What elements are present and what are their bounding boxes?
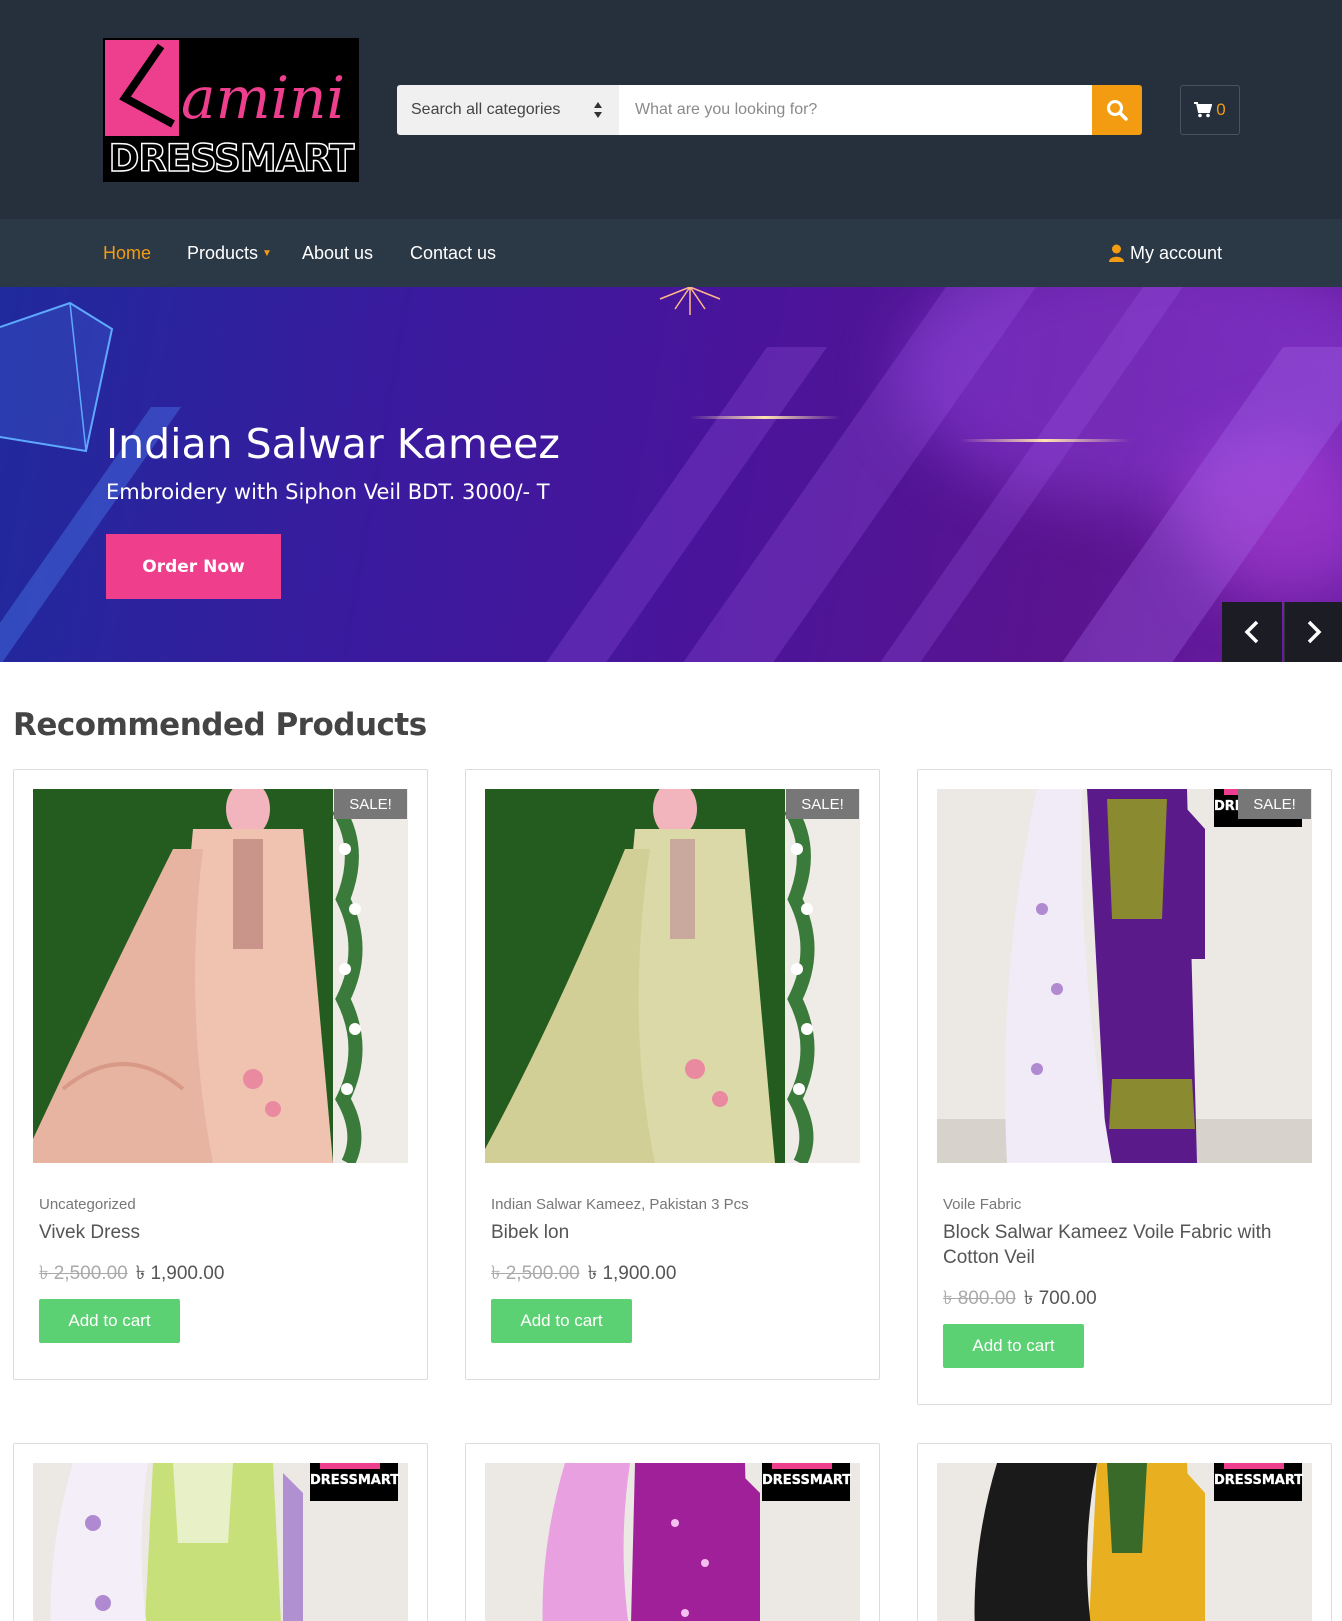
product-price: ৳ 800.00 ৳ 700.00 [943,1284,1097,1316]
svg-text:amini: amini [181,64,345,132]
product-sale-price: ৳ 700.00 [1023,1288,1097,1309]
site-header: amini DRESSMART Search all categories 0 [0,0,1342,219]
my-account-label: My account [1130,242,1223,263]
main-nav: Home Products ▼ About us Contact us My ac… [0,219,1342,287]
product-category[interactable]: Uncategorized [39,1196,136,1213]
product-title[interactable]: Bibek lon [491,1220,851,1245]
product-category[interactable]: Indian Salwar Kameez, Pakistan 3 Pcs [491,1196,749,1213]
hero-slider: Indian Salwar Kameez Embroidery with Sip… [0,287,1342,662]
product-image[interactable] [33,789,408,1163]
cart-icon [1194,102,1213,118]
product-title[interactable]: Block Salwar Kameez Voile Fabric with Co… [943,1220,1303,1270]
add-to-cart-button[interactable]: Add to cart [943,1324,1084,1368]
nav-item-about[interactable]: About us [302,219,373,287]
dressmart-watermark: DRESSMART [1214,1463,1303,1501]
my-account-link[interactable]: My account [1109,219,1222,287]
product-card: SALE! Indian Salwar Kameez, Pakistan 3 P… [465,769,880,1380]
product-card: DRESSMART SALE! Voile Fabric Block Salwa… [917,769,1332,1405]
product-image[interactable]: DRESSMART [937,1463,1312,1621]
chevron-left-icon [1244,620,1259,644]
search-bar: Search all categories [397,85,1142,135]
add-to-cart-button[interactable]: Add to cart [39,1299,180,1343]
product-sale-price: ৳ 1,900.00 [135,1263,225,1284]
hero-firework-graphic [659,287,721,315]
product-card: DRESSMART [917,1443,1332,1621]
dressmart-watermark: DRESSMART [310,1463,399,1501]
site-logo[interactable]: amini DRESSMART [103,38,359,182]
hero-light-flare [960,439,1130,442]
sale-badge: SALE! [786,789,859,819]
cart-button[interactable]: 0 [1180,85,1240,135]
nav-item-label: Home [103,243,152,263]
search-input[interactable] [619,85,1092,135]
product-image[interactable]: DRESSMART [33,1463,408,1621]
product-image[interactable]: DRESSMART [485,1463,860,1621]
sale-badge: SALE! [1238,789,1311,819]
product-image[interactable] [485,789,860,1163]
user-icon [1109,244,1124,262]
product-old-price: ৳ 2,500.00 [39,1263,128,1284]
slider-prev-button[interactable] [1222,602,1282,662]
nav-item-label: About us [302,243,374,263]
search-icon [1107,100,1128,121]
nav-item-label: Contact us [410,243,497,263]
search-category-select[interactable]: Search all categories [397,85,619,135]
sort-icon [594,102,602,118]
product-price: ৳ 2,500.00 ৳ 1,900.00 [39,1259,224,1291]
product-sale-price: ৳ 1,900.00 [587,1263,677,1284]
add-to-cart-button[interactable]: Add to cart [491,1299,632,1343]
section-title: Recommended Products [13,707,427,743]
product-price: ৳ 2,500.00 ৳ 1,900.00 [491,1259,676,1291]
sale-badge: SALE! [334,789,407,819]
product-card: DRESSMART [13,1443,428,1621]
cart-count: 0 [1216,100,1226,119]
product-old-price: ৳ 2,500.00 [491,1263,580,1284]
nav-item-label: Products [187,243,259,263]
product-image[interactable]: DRESSMART [937,789,1312,1163]
slider-next-button[interactable] [1284,602,1342,662]
hero-title: Indian Salwar Kameez [106,420,560,468]
nav-item-home[interactable]: Home [103,219,151,287]
hero-subtitle: Embroidery with Siphon Veil BDT. 3000/- … [106,480,550,504]
logo-script-graphic: amini [119,43,345,132]
product-old-price: ৳ 800.00 [943,1288,1016,1309]
order-now-button[interactable]: Order Now [106,534,281,599]
product-title[interactable]: Vivek Dress [39,1220,399,1245]
product-photo-illustration [937,789,1312,1163]
product-photo-illustration [33,789,408,1163]
hero-light-flare [690,416,840,419]
product-category[interactable]: Voile Fabric [943,1196,1021,1213]
search-button[interactable] [1092,85,1142,135]
chevron-down-icon: ▼ [262,248,272,260]
product-photo-illustration [485,789,860,1163]
chevron-right-icon [1307,620,1321,644]
logo-dressmart-text: DRESSMART [108,137,355,181]
dressmart-watermark: DRESSMART [762,1463,851,1501]
nav-item-products[interactable]: Products ▼ [187,219,272,287]
search-category-label: Search all categories [411,101,561,118]
product-card: SALE! Uncategorized Vivek Dress ৳ 2,500.… [13,769,428,1380]
product-card: DRESSMART [465,1443,880,1621]
nav-item-contact[interactable]: Contact us [410,219,496,287]
